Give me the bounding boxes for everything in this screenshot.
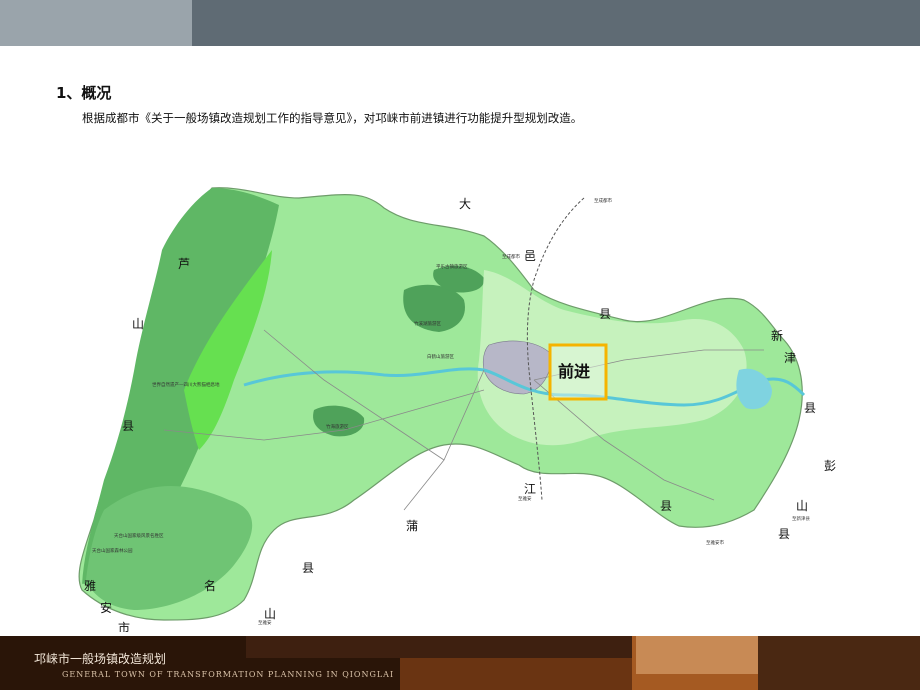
road-label-5: 至雅安市 xyxy=(706,539,724,546)
scenic-label-pingle: 平乐古镇旅游区 xyxy=(436,263,468,270)
footer-block-2 xyxy=(400,658,632,690)
label-pu: 蒲 xyxy=(406,519,418,533)
scenic-label-tiantai: 天台山国家级风景名胜区 xyxy=(114,532,164,539)
label-xian-right2: 县 xyxy=(778,527,790,541)
section-heading: 1、概况 xyxy=(56,84,112,102)
label-xin: 新 xyxy=(771,328,783,343)
label-xian-right: 县 xyxy=(804,401,816,415)
footer-block-4 xyxy=(636,636,758,674)
label-yi: 邑 xyxy=(524,249,536,263)
footer-block-5 xyxy=(758,636,920,690)
label-an: 安 xyxy=(100,600,112,615)
scenic-label-forest: 天台山国家森林公园 xyxy=(92,547,133,554)
scenic-label-baihe: 白鹤山旅游区 xyxy=(427,353,454,360)
footer-subtitle: GENERAL TOWN OF TRANSFORMATION PLANNING … xyxy=(62,670,395,679)
footer-block-1 xyxy=(246,636,646,658)
road-label-4: 至雅安 xyxy=(518,495,532,502)
label-ya: 雅 xyxy=(84,578,96,593)
label-jin: 津 xyxy=(784,351,796,365)
label-xian-left: 县 xyxy=(122,419,134,433)
label-peng: 彭 xyxy=(824,459,836,473)
label-lu: 芦 xyxy=(178,257,190,271)
label-shi: 市 xyxy=(118,620,130,632)
label-xian-pu: 县 xyxy=(302,561,314,575)
road-label-6: 至新津县 xyxy=(792,515,810,522)
label-shan-right: 山 xyxy=(796,499,808,513)
road-label-3: 至雅安 xyxy=(258,619,272,626)
qionglai-map: 大 邑 县 芦 山 县 新 津 县 彭 山 县 江 县 蒲 县 名 山 雅 安 … xyxy=(78,187,836,632)
label-jiang: 江 xyxy=(524,482,536,496)
top-banner-accent xyxy=(0,0,192,46)
label-shan-left: 山 xyxy=(132,317,144,331)
label-ming: 名 xyxy=(204,578,216,593)
qianjin-label: 前进 xyxy=(558,362,590,381)
road-label-2: 至成都市 xyxy=(502,253,520,260)
label-xian-top: 县 xyxy=(599,307,611,321)
label-da: 大 xyxy=(459,197,471,211)
footer-title: 邛崃市一般场镇改造规划 xyxy=(34,652,167,666)
road-label-1: 至成都市 xyxy=(594,197,612,204)
scenic-label-zhuxihu: 竹溪湖旅游区 xyxy=(414,320,441,327)
top-banner xyxy=(0,0,920,46)
scenic-label-panda: 世界自然遗产—四川大熊猫栖息地 xyxy=(152,381,220,388)
label-shan-bottom: 山 xyxy=(264,607,276,621)
label-xian-bottom: 县 xyxy=(660,499,672,513)
scenic-label-zhuhai: 竹海旅游区 xyxy=(326,423,349,430)
section-paragraph: 根据成都市《关于一般场镇改造规划工作的指导意见》，对邛崃市前进镇进行功能提升型规… xyxy=(82,111,583,125)
